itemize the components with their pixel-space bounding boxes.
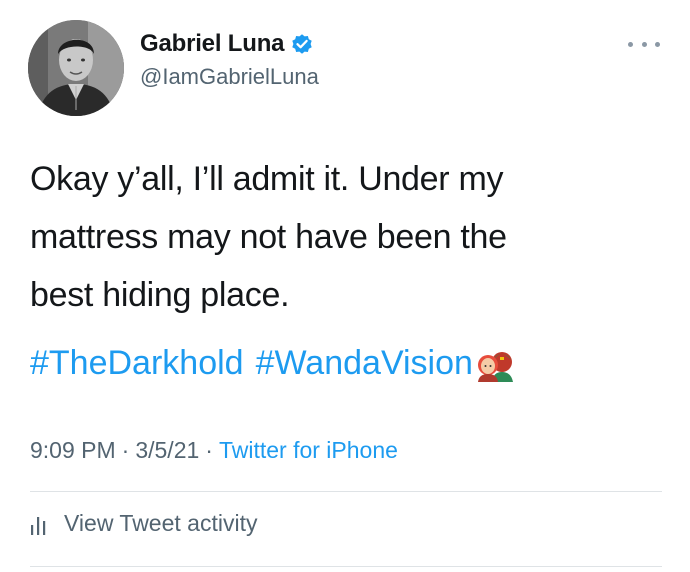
meta-separator: · bbox=[205, 437, 213, 463]
author-info: Gabriel Luna @IamGabrielLuna bbox=[140, 30, 319, 90]
avatar[interactable] bbox=[28, 20, 124, 116]
meta-separator: · bbox=[121, 437, 130, 463]
hashtag-link[interactable]: #TheDarkhold bbox=[30, 338, 244, 388]
tweet-source-link[interactable]: Twitter for iPhone bbox=[219, 437, 398, 463]
tweet-text: Okay y’all, I’ll admit it. Under my matt… bbox=[30, 150, 630, 324]
user-handle[interactable]: @IamGabrielLuna bbox=[140, 64, 319, 90]
verified-badge-icon bbox=[290, 32, 314, 56]
more-dot bbox=[641, 41, 647, 47]
tweet-text-line: Okay y’all, I’ll admit it. Under my bbox=[30, 160, 504, 198]
tweet-card: Gabriel Luna @IamGabrielLuna Okay y’all,… bbox=[0, 0, 690, 572]
divider bbox=[30, 491, 662, 492]
tweet-time[interactable]: 9:09 PM bbox=[30, 437, 116, 463]
profile-photo bbox=[28, 20, 124, 116]
divider bbox=[30, 566, 662, 567]
activity-bars-icon bbox=[31, 516, 46, 535]
tweet-text-line: best hiding place. bbox=[30, 276, 290, 314]
tweet-meta: 9:09 PM · 3/5/21 · Twitter for iPhone bbox=[30, 437, 398, 464]
display-name[interactable]: Gabriel Luna bbox=[140, 30, 284, 58]
hashtags: #TheDarkhold #WandaVision bbox=[30, 338, 517, 388]
view-tweet-activity-button[interactable]: View Tweet activity bbox=[30, 510, 257, 537]
more-dot bbox=[655, 41, 660, 47]
tweet-date[interactable]: 3/5/21 bbox=[135, 437, 199, 463]
wanda-vision-emoji-icon bbox=[475, 346, 517, 382]
view-tweet-activity-label: View Tweet activity bbox=[64, 510, 258, 536]
hashtag-link[interactable]: #WandaVision bbox=[256, 338, 473, 388]
more-options-icon[interactable] bbox=[628, 36, 660, 52]
tweet-text-line: mattress may not have been the bbox=[30, 218, 507, 256]
more-dot bbox=[628, 41, 633, 47]
display-name-row: Gabriel Luna bbox=[140, 30, 319, 58]
